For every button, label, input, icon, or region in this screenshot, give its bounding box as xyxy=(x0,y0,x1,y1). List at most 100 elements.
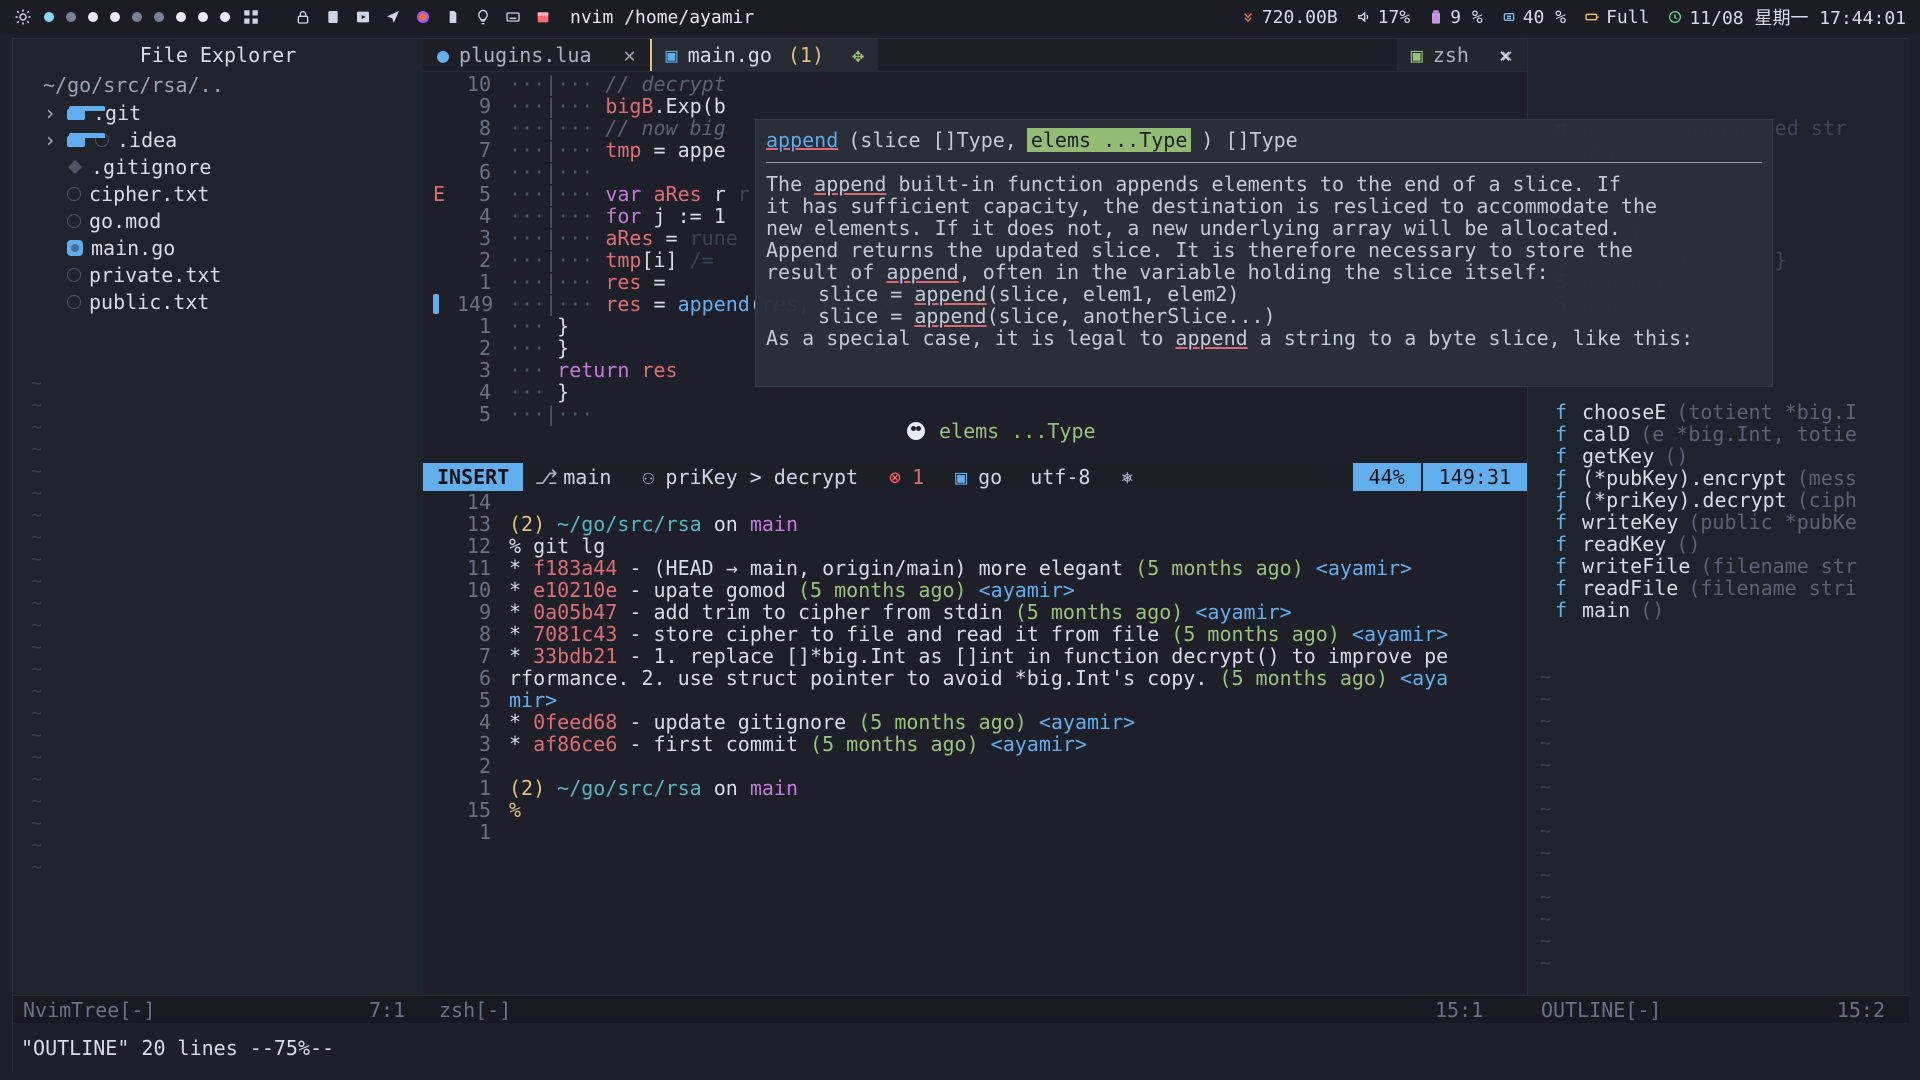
terminal-text: * e10210e - upate gomod (5 months ago) <… xyxy=(509,578,1075,602)
tree-item-4[interactable]: go.mod xyxy=(41,207,423,234)
function-icon: ƒ xyxy=(1554,466,1568,490)
statusline: INSERT ⎇ main ⚇ priKey > decrypt ⊗ 1 ▣ g… xyxy=(423,463,1527,491)
outline-item-signature: () xyxy=(1676,532,1701,556)
outline-item-signature: () xyxy=(1640,598,1665,622)
code-text: ···|··· // decrypt xyxy=(509,72,726,96)
terminal-text: * 33bdb21 - 1. replace []*big.Int as []i… xyxy=(509,644,1449,668)
play-icon[interactable] xyxy=(354,8,372,26)
workspace-dot-3[interactable] xyxy=(88,12,98,22)
power-indicator[interactable]: Full xyxy=(1584,7,1649,28)
outline-item[interactable]: f main () xyxy=(1552,598,1665,622)
tree-item-label: .idea xyxy=(117,127,178,152)
chevron-right-icon[interactable]: › xyxy=(41,101,59,125)
terminal-text: * 7081c43 - store cipher to file and rea… xyxy=(509,622,1449,646)
branch-icon: ⎇ xyxy=(534,465,558,489)
file-icon xyxy=(67,267,81,282)
close-all-icon[interactable]: ✕ xyxy=(1493,43,1517,67)
tree-item-label: main.go xyxy=(91,235,176,260)
outline-item[interactable]: f readFile (filename stri xyxy=(1552,576,1857,600)
explorer-status-left: NvimTree[-] xyxy=(23,997,156,1022)
network-indicator[interactable]: 720.00B xyxy=(1240,7,1338,28)
code-text: ··· } xyxy=(509,336,570,360)
tree-item-2[interactable]: .gitignore xyxy=(41,153,423,180)
calendar-icon[interactable] xyxy=(534,8,552,26)
outline-item[interactable]: f chooseE (totient *big.I xyxy=(1552,400,1857,424)
go-file-icon xyxy=(67,239,83,256)
terminal-line-number: 14 xyxy=(466,490,491,514)
workspace-dot-9[interactable] xyxy=(220,12,230,22)
encoding: utf-8 xyxy=(1016,465,1104,489)
outline-item-signature: (public *pubKe xyxy=(1688,510,1857,534)
outline-item[interactable]: ƒ (*priKey).decrypt (ciph xyxy=(1552,488,1857,512)
signature-open: (slice []Type, xyxy=(848,128,1017,152)
tab-plugins[interactable]: ● plugins.lua ✕ xyxy=(423,39,650,71)
outline-item-label: main xyxy=(1582,598,1631,622)
document-icon[interactable] xyxy=(444,8,462,26)
explorer-path[interactable]: ~/go/src/rsa/.. xyxy=(13,71,423,99)
outline-item[interactable]: f getKey () xyxy=(1552,444,1688,468)
send-icon[interactable] xyxy=(384,8,402,26)
terminal[interactable]: 14 13 (2) ~/go/src/rsa on main 12% git lg 11… xyxy=(423,490,1527,995)
tree-item-6[interactable]: private.txt xyxy=(41,261,423,288)
terminal-icon: ▣ xyxy=(1410,43,1423,67)
mode-indicator: INSERT xyxy=(423,463,524,491)
sun-icon[interactable] xyxy=(14,8,32,26)
outline-item[interactable]: ƒ (*pubKey).encrypt (mess xyxy=(1552,466,1857,490)
function-icon: f xyxy=(1554,598,1568,622)
terminal-line-number: 11 xyxy=(466,556,491,580)
workspace-dot-1[interactable] xyxy=(44,12,54,22)
pane-statusbars: NvimTree[-] 7:1 zsh[-] 15:1 OUTLINE[-] 1… xyxy=(13,995,1909,1023)
bulb-icon[interactable] xyxy=(474,8,492,26)
line-number: 7 xyxy=(478,138,491,162)
ghost-text: rune xyxy=(677,226,738,250)
workspace-dot-8[interactable] xyxy=(198,12,208,22)
tab-label: main.go xyxy=(687,43,772,67)
line-number: 3 xyxy=(478,226,491,250)
tree-item-1[interactable]: › .idea xyxy=(41,126,423,153)
battery-indicator[interactable]: 9 % xyxy=(1428,7,1483,28)
diagnostics[interactable]: ⊗ 1 xyxy=(872,465,938,489)
code-text: ··· } xyxy=(509,380,570,404)
lock-icon[interactable] xyxy=(294,8,312,26)
browser-icon[interactable] xyxy=(414,8,432,26)
terminal-line-number: 3 xyxy=(478,732,491,756)
branch-name: main xyxy=(563,465,612,489)
power-icon xyxy=(1584,9,1600,25)
cursor-position: 149:31 xyxy=(1420,463,1527,491)
tree-item-7[interactable]: public.txt xyxy=(41,288,423,315)
sign-column: E xyxy=(433,182,446,206)
filetype-text: go xyxy=(978,465,1003,489)
outline-item[interactable]: f readKey () xyxy=(1552,532,1701,556)
go-icon: ▣ xyxy=(955,465,968,489)
tree-item-3[interactable]: cipher.txt xyxy=(41,180,423,207)
git-branch[interactable]: ⎇ main xyxy=(523,465,625,489)
grid-icon[interactable] xyxy=(242,8,260,26)
chevron-right-icon[interactable]: › xyxy=(41,128,59,152)
workspace-dot-2[interactable] xyxy=(66,12,76,22)
cpu-indicator[interactable]: 40 % xyxy=(1501,7,1566,28)
hover-divider xyxy=(766,162,1762,163)
workspace-dot-7[interactable] xyxy=(176,12,186,22)
workspace-dot-4[interactable] xyxy=(110,12,120,22)
doc-line: result of append, often in the variable … xyxy=(766,260,1549,284)
close-icon[interactable]: ✕ xyxy=(624,43,636,67)
dirty-icon: ✥ xyxy=(852,43,865,67)
keyboard-icon[interactable] xyxy=(504,8,522,26)
tree-item-label: cipher.txt xyxy=(89,181,210,206)
outline-status-right: 15:2 xyxy=(1836,997,1885,1022)
tree-item-5[interactable]: main.go xyxy=(41,234,423,261)
breadcrumb[interactable]: ⚇ priKey > decrypt xyxy=(625,465,872,489)
workspace-dot-6[interactable] xyxy=(154,12,164,22)
workspace-dot-5[interactable] xyxy=(132,12,142,22)
function-icon: ƒ xyxy=(1554,488,1568,512)
function-icon: f xyxy=(1554,444,1568,468)
outline-item[interactable]: f writeFile (filename str xyxy=(1552,554,1857,578)
app-icon[interactable] xyxy=(324,8,342,26)
outline-item[interactable]: f writeKey (public *pubKe xyxy=(1552,510,1857,534)
top-left: nvim /home/ayamir xyxy=(14,7,754,28)
tab-main-go[interactable]: ▣ main.go (1) ✥ xyxy=(649,39,879,71)
tree-item-0[interactable]: › .git xyxy=(41,99,423,126)
outline-item[interactable]: f calD (e *big.Int, totie xyxy=(1552,422,1857,446)
volume-indicator[interactable]: 17% xyxy=(1356,7,1410,28)
clock-indicator[interactable]: 11/08 星期一 17:44:01 xyxy=(1667,4,1906,30)
